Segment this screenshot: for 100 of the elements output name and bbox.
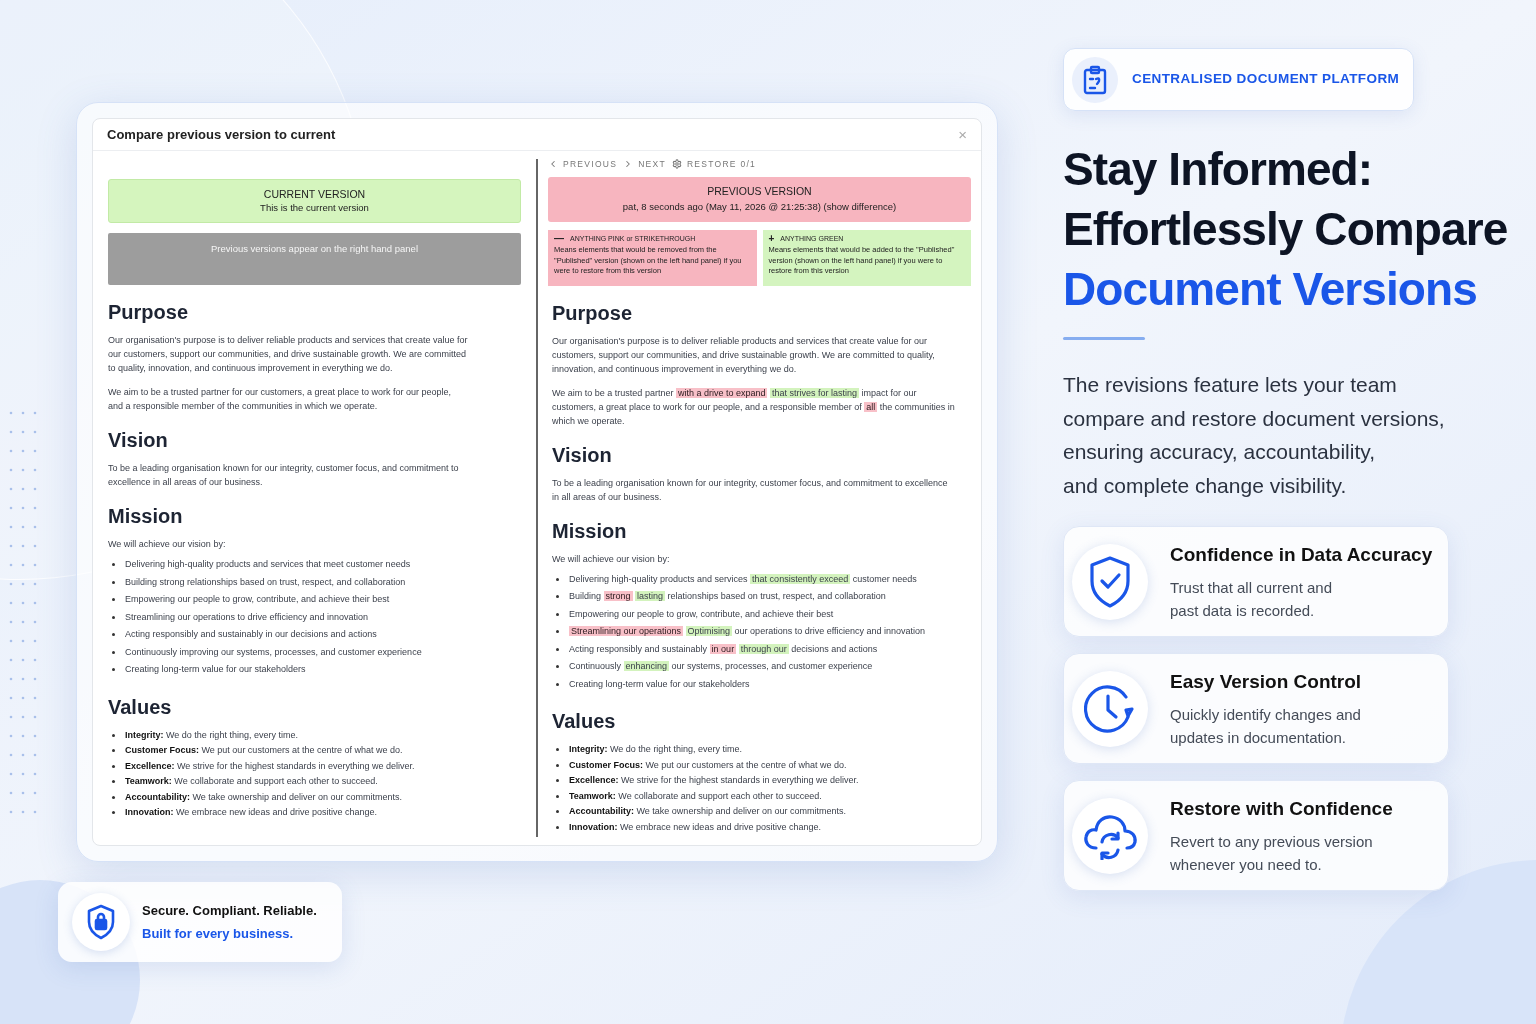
list-item: Creating long-term value for our stakeholders	[569, 677, 750, 691]
dialog-title: Compare previous version to current	[107, 125, 336, 144]
bullet-icon	[112, 615, 115, 619]
bullet-icon	[556, 612, 559, 616]
bullet-icon	[112, 795, 115, 799]
bullet-icon	[556, 779, 559, 783]
list-item: Acting responsibly and sustainably in our decisions and actions	[125, 628, 377, 641]
list-item: Building strong relationships based on trust, respect, and collaboration	[125, 575, 406, 589]
list-item: Acting responsibly and sustainably in our through our decisions and actions	[569, 642, 878, 656]
paragraph: We will achieve our vision by:	[552, 552, 671, 566]
banner-heading: PREVIOUS VERSION	[707, 184, 812, 200]
toolbar-button[interactable]: NEXT	[623, 158, 666, 171]
paragraph: We aim to be a trusted partner with a drive to expand that strives for lasting impact for our customers, a great place to work for our people, and a responsible member of all the communities in which we operate.	[552, 386, 956, 428]
list-item: Excellence: We strive for the highest standards in everything we deliver.	[569, 774, 859, 788]
list-item: Innovation: We embrace new ideas and drive positive change.	[125, 806, 377, 819]
list-item: Streamlining our operations Optimising our operations to drive efficiency and innovation	[569, 625, 926, 639]
bullet-icon	[556, 682, 559, 686]
paragraph: We aim to be a trusted partner for our customers, a great place to work for our people, and a responsible member of the communities in which we operate.	[108, 386, 452, 413]
bullet-icon	[556, 595, 559, 599]
bullet-icon	[112, 563, 115, 566]
trust-title: Secure. Compliant. Reliable.	[142, 901, 317, 920]
legend-sign: —	[554, 234, 564, 244]
intro-text: The revisions feature lets your team	[1063, 372, 1398, 398]
badge-text: CENTRALISED DOCUMENT PLATFORM	[1132, 70, 1400, 89]
list-item: Excellence: We strive for the highest standards in everything we deliver.	[125, 759, 415, 773]
clock-icon	[1084, 682, 1136, 735]
list-item: Innovation: We embrace new ideas and drive positive change.	[569, 820, 821, 834]
feature-text: past data is recorded.	[1170, 600, 1316, 621]
feature-text: Revert to any previous version	[1170, 831, 1374, 852]
feature-title: Easy Version Control	[1170, 670, 1362, 695]
list-item: Integrity: We do the right thing, every time.	[125, 728, 298, 742]
paragraph: Our organisation's purpose is to deliver reliable products and services that create value for our customers, support our communities, and drive sustainable growth. We are committed to quality, innovation, and continuous improvement in everything we do.	[108, 334, 468, 375]
list-item: Streamlining our operations to drive efficiency and innovation	[125, 610, 368, 624]
list-item: Empowering our people to grow, contribute, and achieve their best	[569, 607, 834, 621]
feature-title: Restore with Confidence	[1170, 797, 1393, 822]
bullet-icon	[556, 763, 559, 767]
list-item: Customer Focus: We put our customers at the centre of what we do.	[125, 744, 403, 757]
section-heading: Mission	[552, 518, 628, 544]
feature-text: Quickly identify changes and	[1170, 704, 1362, 725]
bullet-icon	[112, 749, 115, 752]
bullet-icon	[112, 650, 115, 654]
list-item: Customer Focus: We put our customers at the centre of what we do.	[569, 758, 847, 772]
list-item: Teamwork: We collaborate and support each other to succeed.	[569, 789, 822, 803]
paragraph: Our organisation's purpose is to deliver reliable products and services that create value for our customers, support our communities, and drive sustainable growth. We are committed to quality, innovation, and continuous improvement in everything we do.	[552, 334, 936, 376]
trust-subtitle: Built for every business.	[142, 925, 294, 943]
list-item: Accountability: We take ownership and deliver on our commitments.	[569, 805, 846, 819]
intro-text: compare and restore document versions,	[1063, 405, 1446, 432]
toolbar-button[interactable]: PREVIOUS	[548, 158, 618, 171]
feature-text: updates in documentation.	[1170, 727, 1347, 748]
list-item: Continuously enhancing our systems, processes, and customer experience	[569, 660, 873, 674]
paragraph: To be a leading organisation known for our integrity, customer focus, and commitment to excellence in all areas of our business.	[108, 462, 460, 489]
chevron-left-icon	[548, 159, 558, 170]
section-heading: Vision	[108, 428, 169, 453]
bullet-icon	[556, 825, 559, 829]
paragraph: We will achieve our vision by:	[108, 538, 227, 551]
list-item: Teamwork: We collaborate and support each other to succeed.	[125, 775, 378, 788]
shield-check-icon	[1088, 554, 1132, 609]
intro-text: and complete change visibility.	[1063, 472, 1348, 499]
feature-text: Trust that all current and	[1170, 577, 1334, 598]
bullet-icon	[556, 630, 559, 634]
bullet-icon	[556, 748, 559, 752]
section-heading: Values	[552, 709, 617, 735]
bullet-icon	[112, 580, 115, 584]
section-heading: Purpose	[108, 300, 190, 325]
list-item: Creating long-term value for our stakeholders	[125, 663, 306, 676]
bullet-icon	[556, 647, 559, 651]
banner-text: This is the current version	[260, 201, 369, 215]
legend-sign: +	[768, 234, 775, 244]
feature-text: whenever you need to.	[1170, 854, 1323, 875]
headline-accent: Document Versions	[1063, 262, 1478, 317]
bullet-icon	[112, 633, 115, 636]
section-heading: Values	[108, 694, 173, 720]
bullet-icon	[112, 811, 115, 814]
list-item: Delivering high-quality products and services that meet customer needs	[125, 558, 411, 571]
bullet-icon	[112, 598, 115, 601]
bullet-icon	[112, 733, 115, 737]
banner-heading: CURRENT VERSION	[263, 187, 366, 201]
intro-text: ensuring accuracy, accountability,	[1063, 439, 1377, 465]
feature-title: Confidence in Data Accuracy	[1170, 543, 1433, 568]
headline: Effortlessly Compare	[1063, 202, 1509, 257]
list-item: Delivering high-quality products and services that consistently exceed customer needs	[569, 572, 917, 586]
info-note: Previous versions appear on the right hand panel	[108, 233, 521, 285]
list-item: Empowering our people to grow, contribute, and achieve their best	[125, 593, 390, 606]
list-item: Building strong lasting relationships based on trust, respect, and collaboration	[569, 590, 886, 604]
list-item: Accountability: We take ownership and deliver on our commitments.	[125, 790, 402, 804]
bullet-icon	[556, 577, 559, 581]
settings-icon	[671, 159, 682, 170]
bullet-icon	[556, 794, 559, 798]
bullet-icon	[556, 810, 559, 814]
headline: Stay Informed:	[1063, 142, 1374, 197]
clipboard-icon	[1083, 64, 1107, 95]
paragraph: To be a leading organisation known for our integrity, customer focus, and commitment to excellence in all areas of our business.	[552, 476, 949, 504]
banner-text: pat, 8 seconds ago (May 11, 2026 @ 21:25:38) (show difference)	[622, 200, 897, 215]
bullet-icon	[112, 668, 115, 671]
section-heading: Vision	[552, 442, 613, 468]
shield-lock-icon	[86, 904, 116, 940]
toolbar-button[interactable]: RESTORE 0/1	[671, 158, 757, 171]
list-item: Integrity: We do the right thing, every time.	[569, 743, 742, 757]
bullet-icon	[556, 665, 559, 669]
list-item: Continuously improving our systems, processes, and customer experience	[125, 645, 422, 659]
